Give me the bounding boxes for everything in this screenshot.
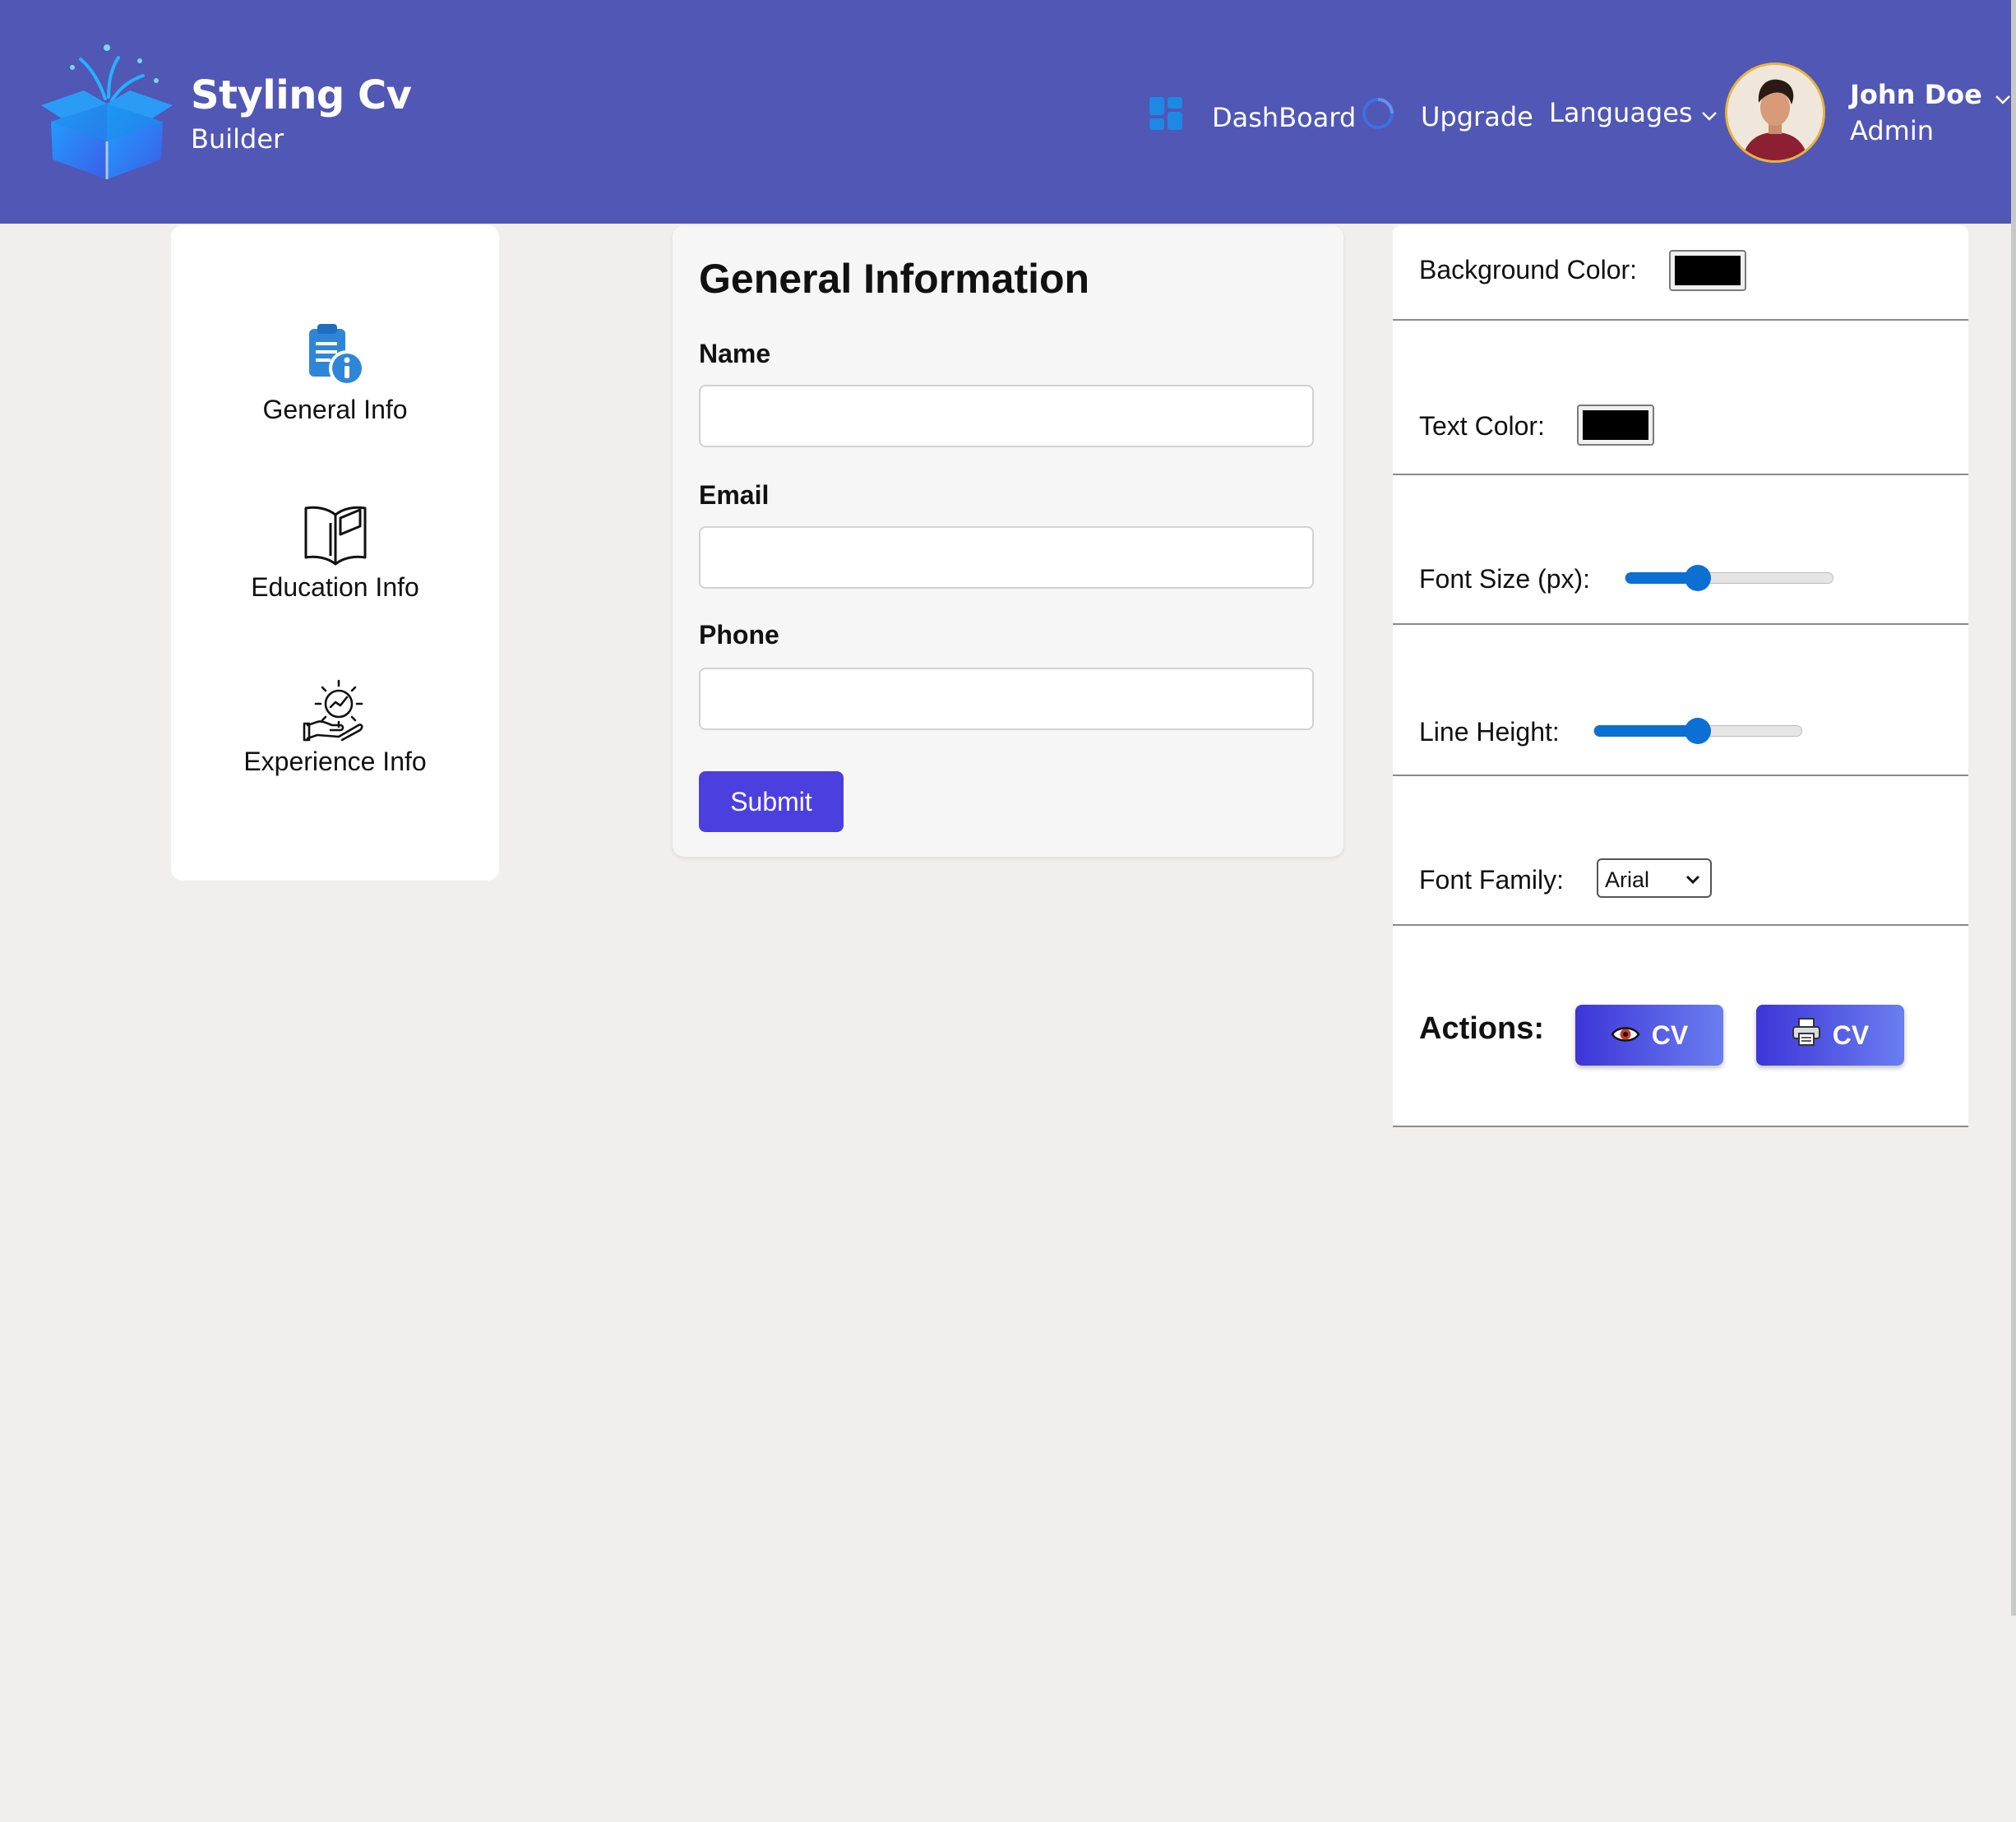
email-label: Email (699, 480, 770, 510)
sidebar-item-general-info[interactable]: General Info (171, 321, 499, 425)
brand-title: Styling Cv (191, 72, 412, 118)
line-height-slider-fill (1594, 725, 1698, 737)
font-size-slider[interactable] (1625, 565, 1833, 591)
upgrade-circle-icon (1362, 97, 1394, 136)
user-role: Admin (1850, 115, 1934, 146)
line-height-label: Line Height: (1419, 717, 1560, 747)
print-cv-button[interactable]: CV (1756, 1005, 1904, 1066)
line-height-slider-thumb[interactable] (1685, 718, 1711, 744)
sidebar-item-experience-info[interactable]: Experience Info (171, 679, 499, 777)
section-sidebar: General Info Education Info Experience I… (171, 225, 499, 881)
top-header: Styling Cv Builder DashBoard Upgrade Lan… (0, 0, 2011, 224)
gear-hand-icon (171, 679, 499, 742)
clipboard-info-icon (171, 321, 499, 390)
style-panel: Background Color: Text Color: Font Size … (1393, 225, 1968, 1127)
open-book-icon (171, 498, 499, 567)
font-family-label: Font Family: (1419, 865, 1565, 895)
font-family-select[interactable]: Arial (1597, 858, 1712, 898)
line-height-slider[interactable] (1593, 718, 1802, 744)
print-cv-label: CV (1832, 1020, 1870, 1050)
nav-dashboard-label: DashBoard (1212, 102, 1357, 133)
background-color-picker[interactable] (1669, 250, 1746, 291)
background-color-label: Background Color: (1419, 255, 1638, 284)
text-color-label: Text Color: (1419, 411, 1545, 441)
font-family-selected: Arial (1605, 867, 1650, 892)
general-information-card: General Information Name Email Phone Sub… (673, 225, 1343, 857)
nav-languages-label: Languages (1549, 97, 1693, 128)
text-color-swatch (1583, 410, 1648, 440)
view-cv-label: CV (1651, 1020, 1689, 1050)
line-height-row: Line Height: (1393, 625, 1968, 776)
actions-row: Actions: CV CV (1393, 926, 1968, 1127)
nav-dashboard[interactable]: DashBoard (1149, 97, 1356, 138)
nav-upgrade-label: Upgrade (1421, 101, 1533, 132)
form-title: General Information (699, 256, 1090, 302)
sidebar-item-label: Education Info (251, 572, 419, 602)
chevron-down-icon (1701, 97, 1718, 128)
sidebar-item-label: Experience Info (243, 747, 427, 776)
logo-box-icon[interactable] (33, 35, 181, 183)
avatar[interactable] (1725, 62, 1825, 163)
page-scrollbar[interactable] (2011, 0, 2016, 1616)
submit-button[interactable]: Submit (699, 771, 844, 832)
chevron-down-icon (1995, 81, 2011, 112)
name-label: Name (699, 339, 771, 368)
font-size-row: Font Size (px): (1393, 475, 1968, 625)
user-name-text: John Doe (1850, 79, 1982, 110)
text-color-row: Text Color: (1393, 321, 1968, 475)
email-field[interactable] (699, 526, 1314, 589)
phone-label: Phone (699, 620, 779, 650)
font-family-row: Font Family: Arial (1393, 776, 1968, 926)
chevron-down-icon (1684, 868, 1702, 894)
brand-subtitle: Builder (191, 123, 284, 155)
background-color-swatch (1675, 256, 1741, 285)
dashboard-grid-icon (1149, 97, 1184, 138)
phone-field[interactable] (699, 668, 1314, 730)
text-color-picker[interactable] (1577, 405, 1654, 446)
nav-languages[interactable]: Languages (1549, 97, 1718, 128)
eye-icon (1611, 1020, 1640, 1051)
font-size-slider-thumb[interactable] (1685, 565, 1712, 591)
actions-label: Actions: (1419, 1011, 1544, 1046)
user-name[interactable]: John Doe (1850, 79, 2011, 112)
sidebar-item-education-info[interactable]: Education Info (171, 498, 499, 603)
nav-upgrade[interactable]: Upgrade (1362, 97, 1533, 136)
font-size-label: Font Size (px): (1419, 564, 1591, 594)
printer-icon (1792, 1017, 1821, 1053)
background-color-row: Background Color: (1393, 225, 1968, 321)
view-cv-button[interactable]: CV (1575, 1005, 1723, 1066)
sidebar-item-label: General Info (262, 395, 408, 424)
name-field[interactable] (699, 385, 1314, 447)
